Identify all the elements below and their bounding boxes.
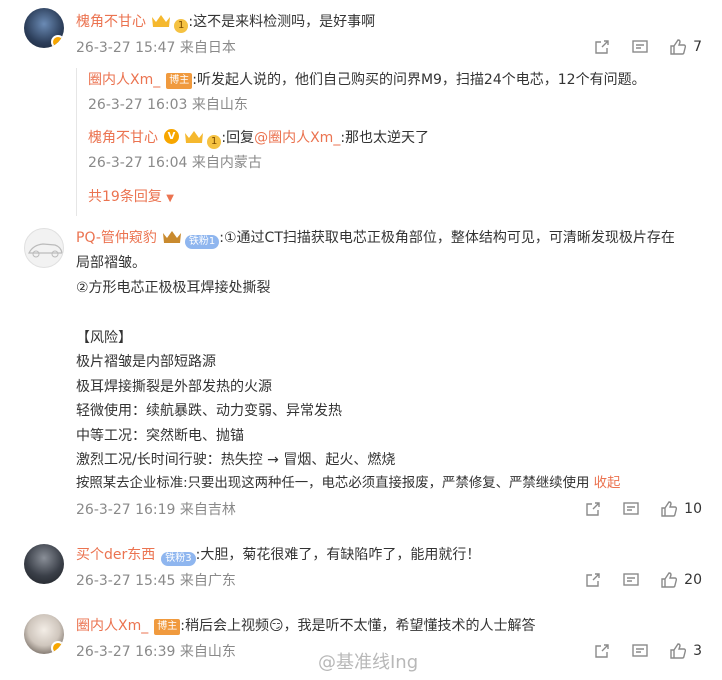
comment-actions: 10 xyxy=(564,500,702,518)
comment-icon[interactable] xyxy=(622,500,640,518)
reply-meta: 26-3-27 16:04 来自内蒙古 xyxy=(88,155,262,171)
reply-meta: 26-3-27 16:03 来自山东 xyxy=(88,97,248,113)
comment-header: 槐角不甘心 1:这不是来料检测吗，是好事啊 xyxy=(76,10,375,34)
share-icon[interactable] xyxy=(593,642,611,660)
more-replies-link[interactable]: 共19条回复 ▼ xyxy=(88,185,174,211)
crown-icon xyxy=(183,129,205,145)
reply-text: :那也太逆天了 xyxy=(340,130,430,146)
crown-icon xyxy=(161,229,183,245)
smirk-emoji-icon: 😏 xyxy=(268,618,284,634)
comment-text: :稍后会上视频 xyxy=(180,618,269,634)
share-icon[interactable] xyxy=(593,38,611,56)
like-icon[interactable] xyxy=(669,642,687,660)
comment-icon[interactable] xyxy=(622,571,640,589)
share-icon[interactable] xyxy=(584,571,602,589)
comment-header: 买个der东西 铁粉3:大胆，菊花很难了，有缺陷咋了，能用就行！ xyxy=(76,543,480,567)
watermark: @基准线Ing xyxy=(318,652,419,673)
level-badge: 1 xyxy=(207,135,222,149)
username[interactable]: 圈内人Xm_ xyxy=(76,618,148,634)
comment-line: 激烈工况/长时间行驶：热失控 → 冒烟、起火、燃烧 xyxy=(76,452,396,468)
comment-header: 圈内人Xm_ 博主:稍后会上视频😏，我是听不太懂，希望懂技术的人士解答 xyxy=(76,614,536,638)
reply-thread: 圈内人Xm_ 博主:听发起人说的，他们自己购买的问界M9，扫描24个电芯，12个有… xyxy=(76,68,704,216)
like-count: 10 xyxy=(684,501,702,517)
comment-meta: 26-3-27 15:47 来自日本 xyxy=(76,40,236,56)
like-icon[interactable] xyxy=(660,571,678,589)
caret-down-icon: ▼ xyxy=(166,193,174,204)
comment-text: :大胆，菊花很难了，有缺陷咋了，能用就行！ xyxy=(195,547,481,563)
comment-icon[interactable] xyxy=(631,642,649,660)
verified-icon xyxy=(164,129,179,144)
crown-icon xyxy=(150,13,172,29)
comment-actions: 20 xyxy=(564,571,702,589)
fan-badge: 铁粉3 xyxy=(161,552,196,566)
comment-icon[interactable] xyxy=(631,38,649,56)
comment-line: 【风险】 xyxy=(76,330,132,346)
comment-line: 极片褶皱是内部短路源 xyxy=(76,354,216,370)
comment-actions: 3 xyxy=(573,642,702,660)
share-icon[interactable] xyxy=(584,500,602,518)
author-tag: 博主 xyxy=(154,619,181,635)
reply-2: 槐角不甘心 1:回复@圈内人Xm_:那也太逆天了 xyxy=(88,126,429,150)
comment-text: :这不是来料检测吗，是好事啊 xyxy=(188,14,376,30)
comment-line: 按照某去企业标准:只要出现这两种任一，电芯必须直接报废，严禁修复、严禁继续使用 xyxy=(76,476,590,491)
comment-line: :①通过CT扫描获取电芯正极角部位，整体结构可见，可清晰发现极片存在 xyxy=(219,230,675,246)
avatar[interactable] xyxy=(24,544,64,584)
username[interactable]: 圈内人Xm_ xyxy=(88,72,160,88)
comment-line: ②方形电芯正极极耳焊接处撕裂 xyxy=(76,280,271,296)
comment-meta: 26-3-27 16:39 来自山东 xyxy=(76,644,236,660)
username[interactable]: 槐角不甘心 xyxy=(76,14,146,30)
like-count: 3 xyxy=(693,643,702,659)
comment-header: PQ-管仲窥豹 铁粉1:①通过CT扫描获取电芯正极角部位，整体结构可见，可清晰发现… xyxy=(76,226,675,250)
username[interactable]: PQ-管仲窥豹 xyxy=(76,230,157,246)
car-outline-icon xyxy=(28,243,63,258)
author-tag: 博主 xyxy=(166,73,193,89)
comment-line: 轻微使用：续航暴跌、动力变弱、异常发热 xyxy=(76,403,342,419)
reply-prefix: :回复 xyxy=(221,130,255,146)
verified-badge-icon xyxy=(51,641,64,654)
avatar[interactable] xyxy=(24,8,64,48)
username[interactable]: 买个der东西 xyxy=(76,547,155,563)
collapse-link[interactable]: 收起 xyxy=(594,476,621,491)
username[interactable]: 槐角不甘心 xyxy=(88,130,158,146)
more-replies-label: 共19条回复 xyxy=(88,189,162,205)
level-badge: 1 xyxy=(174,19,189,33)
like-count: 7 xyxy=(693,39,702,55)
like-count: 20 xyxy=(684,572,702,588)
avatar[interactable] xyxy=(24,614,64,654)
verified-badge-icon xyxy=(51,35,64,48)
comment-last-line: 按照某去企业标准:只要出现这两种任一，电芯必须直接报废，严禁修复、严禁继续使用 … xyxy=(76,472,620,496)
comment-line: 中等工况：突然断电、抛锚 xyxy=(76,428,244,444)
comment-meta: 26-3-27 15:45 来自广东 xyxy=(76,573,236,589)
reply-text: :听发起人说的，他们自己购买的问界M9，扫描24个电芯，12个有问题。 xyxy=(192,72,646,88)
comment-actions: 7 xyxy=(573,38,702,56)
comment-line: 局部褶皱。 xyxy=(76,255,146,271)
comment-line: 极耳焊接撕裂是外部发热的火源 xyxy=(76,379,272,395)
mention-link[interactable]: @圈内人Xm_ xyxy=(254,130,340,146)
avatar[interactable] xyxy=(24,228,64,268)
comment-text-cont: ，我是听不太懂，希望懂技术的人士解答 xyxy=(283,618,536,634)
reply-1: 圈内人Xm_ 博主:听发起人说的，他们自己购买的问界M9，扫描24个电芯，12个有… xyxy=(88,68,646,92)
like-icon[interactable] xyxy=(669,38,687,56)
fan-badge: 铁粉1 xyxy=(184,235,220,249)
like-icon[interactable] xyxy=(660,500,678,518)
comment-meta: 26-3-27 16:19 来自吉林 xyxy=(76,502,236,518)
